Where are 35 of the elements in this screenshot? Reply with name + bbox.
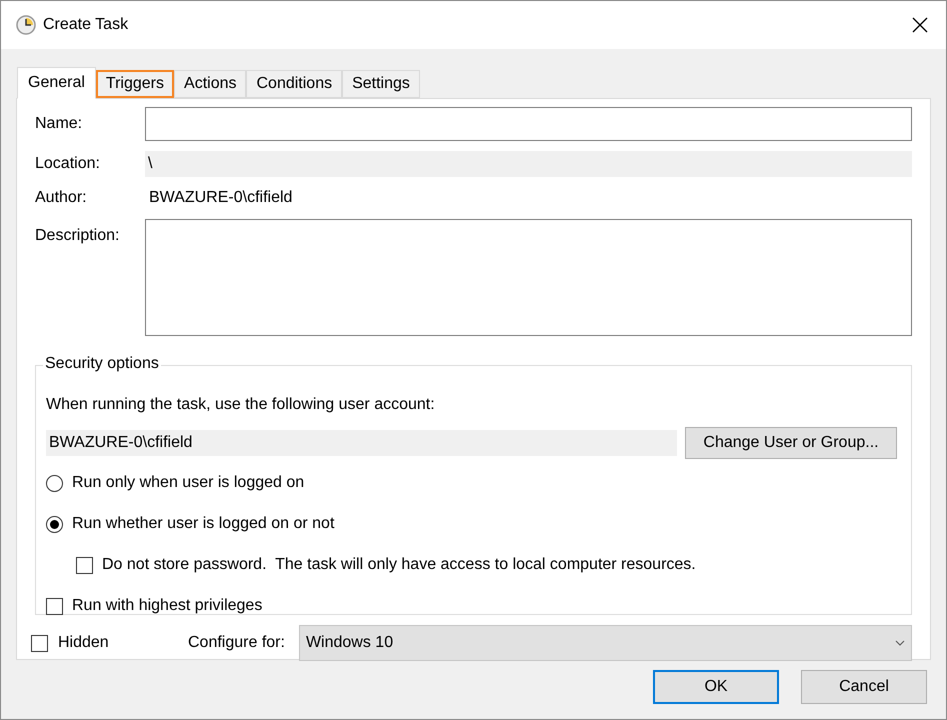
name-field[interactable] (145, 107, 912, 141)
account-prompt: When running the task, use the following user account: (46, 395, 436, 415)
radio-button[interactable] (46, 474, 63, 492)
tab[interactable]: Triggers (96, 70, 174, 98)
tab[interactable]: Actions (174, 70, 246, 98)
window-title: Create Task (43, 15, 128, 35)
checkbox[interactable] (76, 556, 93, 574)
configure-dropdown[interactable]: Windows 10 (298, 625, 912, 661)
option-label[interactable]: Do not store password. The task will only have access to local computer resources. (102, 553, 696, 577)
tab[interactable]: Settings (342, 70, 420, 98)
dialog-button[interactable]: Cancel (801, 670, 927, 704)
field-label: Description: (35, 226, 120, 246)
option-label[interactable]: Run only when user is logged on (72, 471, 304, 495)
dialog-button[interactable]: OK (653, 670, 779, 704)
tab[interactable]: General (17, 67, 96, 99)
chevron-down-icon (895, 640, 905, 646)
field-label: Name: (35, 114, 84, 134)
radio-button[interactable] (46, 516, 63, 532)
option-label[interactable]: Hidden (58, 631, 188, 655)
checkbox[interactable] (31, 634, 48, 652)
checkbox[interactable] (46, 598, 63, 614)
group-title: Security options (43, 354, 161, 374)
clock-icon (16, 15, 36, 35)
field-label: Location: (35, 154, 101, 174)
option-label[interactable]: Run with highest privileges (72, 594, 262, 618)
field-label: Author: (35, 188, 88, 208)
field-label: Configure for: (188, 633, 285, 653)
option-label[interactable]: Run whether user is logged on or not (72, 512, 334, 536)
change-user-button[interactable]: Change User or Group... (685, 427, 897, 459)
close-icon[interactable] (912, 17, 928, 33)
account-value: BWAZURE-0\cfifield (46, 430, 677, 456)
description-field[interactable] (145, 219, 912, 336)
tab[interactable]: Conditions (246, 70, 342, 98)
author-value: BWAZURE-0\cfifield (149, 188, 292, 208)
location-value: \ (145, 151, 912, 177)
